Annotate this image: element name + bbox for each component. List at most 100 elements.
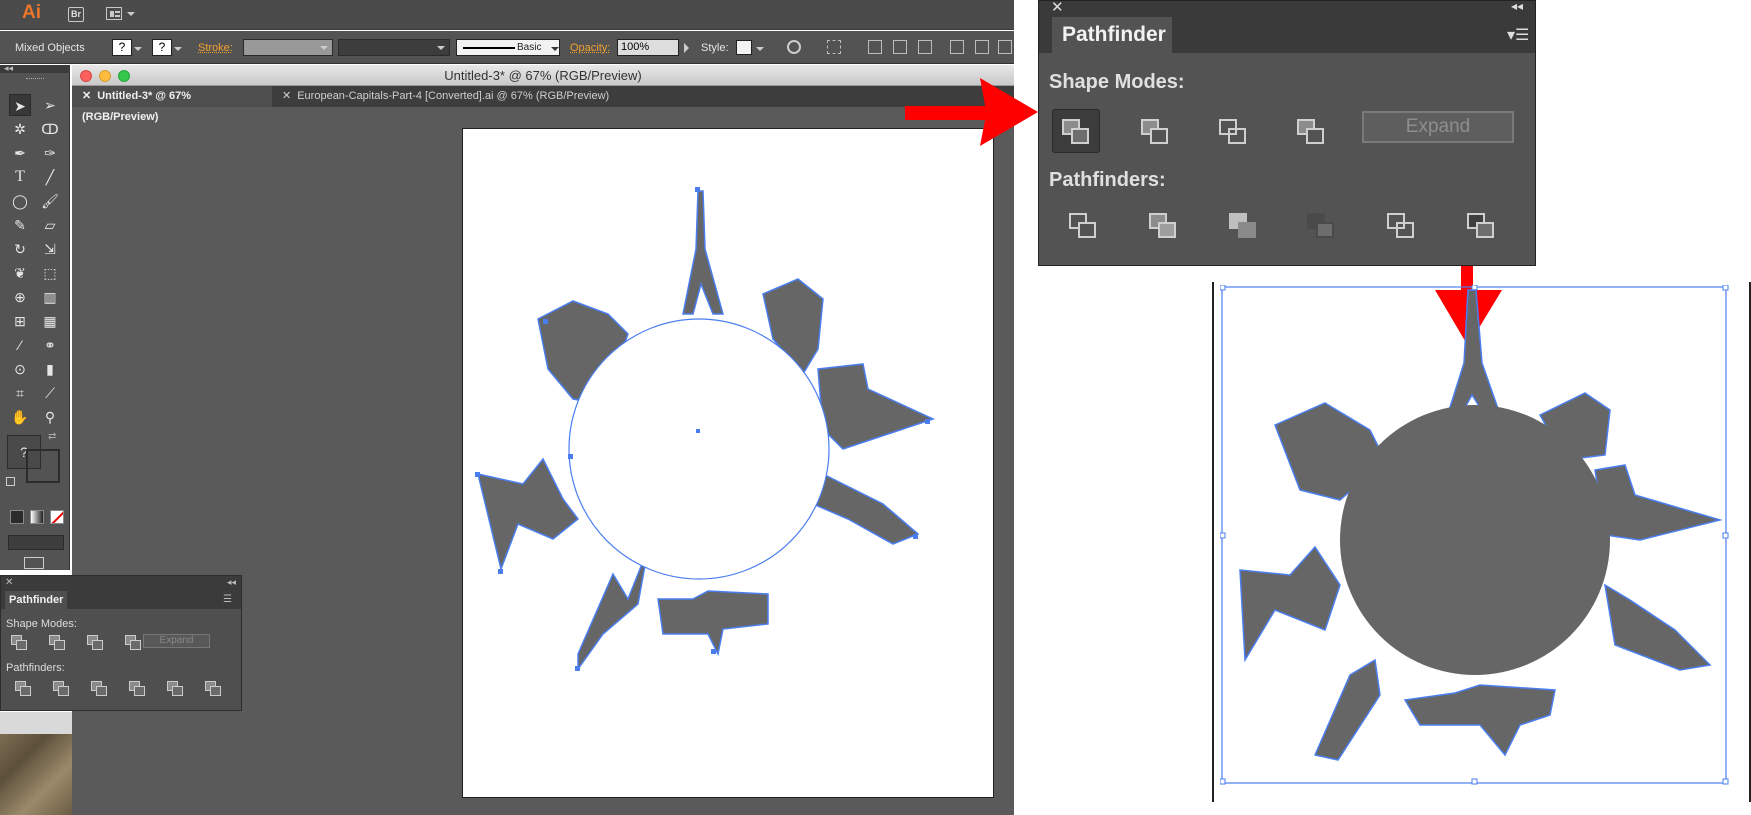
- artboard[interactable]: [462, 128, 994, 798]
- minus-back-icon[interactable]: [205, 681, 221, 696]
- align-horizontal-center-icon[interactable]: [893, 40, 907, 54]
- tab-european-capitals[interactable]: ✕ European-Capitals-Part-4 [Converted].ai…: [272, 86, 632, 107]
- chevron-down-icon[interactable]: [551, 47, 559, 55]
- outline-icon[interactable]: [167, 681, 183, 696]
- divide-icon[interactable]: [1069, 213, 1097, 239]
- brush-definition-dropdown[interactable]: Basic: [456, 39, 560, 56]
- tab-pathfinder[interactable]: Pathfinder: [1052, 17, 1172, 53]
- exclude-icon[interactable]: [125, 635, 141, 650]
- panel-menu-icon[interactable]: ☰: [223, 594, 232, 605]
- gradient-tool-icon[interactable]: ▦: [39, 310, 61, 332]
- planet-skyline-artwork[interactable]: [463, 129, 995, 799]
- chevron-down-icon[interactable]: [174, 47, 182, 55]
- pen-tool-icon[interactable]: ✒: [9, 142, 31, 164]
- slice-tool-icon[interactable]: ⟋: [39, 382, 61, 404]
- variable-width-profile-dropdown[interactable]: [338, 39, 450, 56]
- zoom-window-button[interactable]: [118, 70, 130, 82]
- merge-icon[interactable]: [91, 681, 107, 696]
- chevron-down-icon[interactable]: [127, 12, 135, 20]
- mesh-tool-icon[interactable]: ⊞: [9, 310, 31, 332]
- stroke-weight-field[interactable]: [243, 39, 333, 56]
- magic-wand-tool-icon[interactable]: ✲: [9, 118, 31, 140]
- fill-swatch[interactable]: ?: [112, 39, 132, 56]
- align-to-selection-icon[interactable]: [827, 40, 841, 54]
- arrange-documents-icon[interactable]: [106, 7, 122, 20]
- chevron-down-icon[interactable]: [134, 47, 142, 55]
- close-icon[interactable]: ✕: [82, 90, 91, 102]
- expand-button[interactable]: Expand: [143, 634, 210, 648]
- expand-button[interactable]: Expand: [1362, 111, 1514, 143]
- blend-tool-icon[interactable]: ⚭: [39, 334, 61, 356]
- column-graph-tool-icon[interactable]: ▮: [39, 358, 61, 380]
- close-window-button[interactable]: [80, 70, 92, 82]
- rotate-tool-icon[interactable]: ↻: [9, 238, 31, 260]
- curvature-tool-icon[interactable]: ✑: [39, 142, 61, 164]
- exclude-icon[interactable]: [1297, 119, 1325, 145]
- artboard-tool-icon[interactable]: ⌗: [9, 382, 31, 404]
- stroke-box[interactable]: [26, 449, 60, 483]
- paintbrush-tool-icon[interactable]: 🖌: [39, 190, 61, 212]
- eyedropper-tool-icon[interactable]: ⁄: [9, 334, 31, 356]
- crop-icon[interactable]: [129, 681, 145, 696]
- swap-fill-stroke-icon[interactable]: ⇄: [48, 431, 56, 442]
- default-fill-stroke-icon[interactable]: [6, 477, 15, 486]
- hand-tool-icon[interactable]: ✋: [9, 406, 31, 428]
- tab-untitled-3[interactable]: ✕ Untitled-3* @ 67% (RGB/Preview): [72, 86, 272, 123]
- none-mode-icon[interactable]: [50, 510, 64, 524]
- merge-icon[interactable]: [1229, 213, 1257, 239]
- zoom-tool-icon[interactable]: ⚲: [39, 406, 61, 428]
- crop-icon[interactable]: [1307, 213, 1335, 239]
- stroke-label[interactable]: Stroke:: [198, 42, 233, 54]
- eraser-tool-icon[interactable]: ▱: [39, 214, 61, 236]
- stroke-swatch[interactable]: ?: [152, 39, 172, 56]
- united-artwork-preview[interactable]: [1219, 284, 1730, 787]
- collapse-panel-icon[interactable]: ◂◂: [1511, 0, 1523, 13]
- align-left-icon[interactable]: [868, 40, 882, 54]
- trim-icon[interactable]: [1149, 213, 1177, 239]
- panel-gripper[interactable]: [26, 78, 44, 80]
- opacity-field[interactable]: 100%: [617, 39, 679, 56]
- intersect-icon[interactable]: [1219, 119, 1247, 145]
- ellipse-tool-icon[interactable]: ◯: [9, 190, 31, 212]
- close-icon[interactable]: ✕: [282, 90, 291, 102]
- screen-mode-icon[interactable]: [24, 557, 44, 569]
- symbol-sprayer-tool-icon[interactable]: ⊙: [9, 358, 31, 380]
- align-vertical-center-icon[interactable]: [975, 40, 989, 54]
- recolor-artwork-icon[interactable]: [787, 40, 801, 54]
- unite-icon[interactable]: [1062, 119, 1090, 145]
- drawing-modes-group[interactable]: [8, 535, 64, 550]
- chevron-right-icon[interactable]: [684, 43, 694, 53]
- color-mode-icon[interactable]: [10, 510, 24, 524]
- panel-menu-icon[interactable]: ▾☰: [1507, 25, 1529, 45]
- direct-selection-tool-icon[interactable]: ➢: [39, 94, 61, 116]
- close-icon[interactable]: ✕: [5, 577, 13, 588]
- shape-builder-tool-icon[interactable]: ⊕: [9, 286, 31, 308]
- intersect-icon[interactable]: [87, 635, 103, 650]
- align-top-icon[interactable]: [950, 40, 964, 54]
- chevron-down-icon[interactable]: [756, 47, 764, 55]
- trim-icon[interactable]: [53, 681, 69, 696]
- lasso-tool-icon[interactable]: ↀ: [39, 118, 61, 140]
- selection-tool-icon[interactable]: ➤: [9, 94, 31, 116]
- scale-tool-icon[interactable]: ⇲: [39, 238, 61, 260]
- minimize-window-button[interactable]: [99, 70, 111, 82]
- graph-tool-icon[interactable]: ▥: [39, 286, 61, 308]
- tab-pathfinder[interactable]: Pathfinder: [5, 591, 67, 609]
- free-transform-tool-icon[interactable]: ⬚: [39, 262, 61, 284]
- minus-front-icon[interactable]: [49, 635, 65, 650]
- graphic-style-swatch[interactable]: [736, 40, 752, 55]
- collapse-panel-icon[interactable]: ◂◂: [4, 63, 13, 74]
- opacity-label[interactable]: Opacity:: [570, 42, 610, 54]
- minus-front-icon[interactable]: [1141, 119, 1169, 145]
- warp-tool-icon[interactable]: ❦: [9, 262, 31, 284]
- minus-back-icon[interactable]: [1467, 213, 1495, 239]
- unite-icon[interactable]: [11, 635, 27, 650]
- line-segment-tool-icon[interactable]: ╱: [39, 166, 61, 188]
- gradient-mode-icon[interactable]: [30, 510, 44, 524]
- pencil-tool-icon[interactable]: ✎: [9, 214, 31, 236]
- collapse-panel-icon[interactable]: ◂◂: [227, 577, 236, 588]
- divide-icon[interactable]: [15, 681, 31, 696]
- bridge-button[interactable]: Br: [68, 7, 84, 22]
- type-tool-icon[interactable]: T: [9, 166, 31, 188]
- align-right-icon[interactable]: [918, 40, 932, 54]
